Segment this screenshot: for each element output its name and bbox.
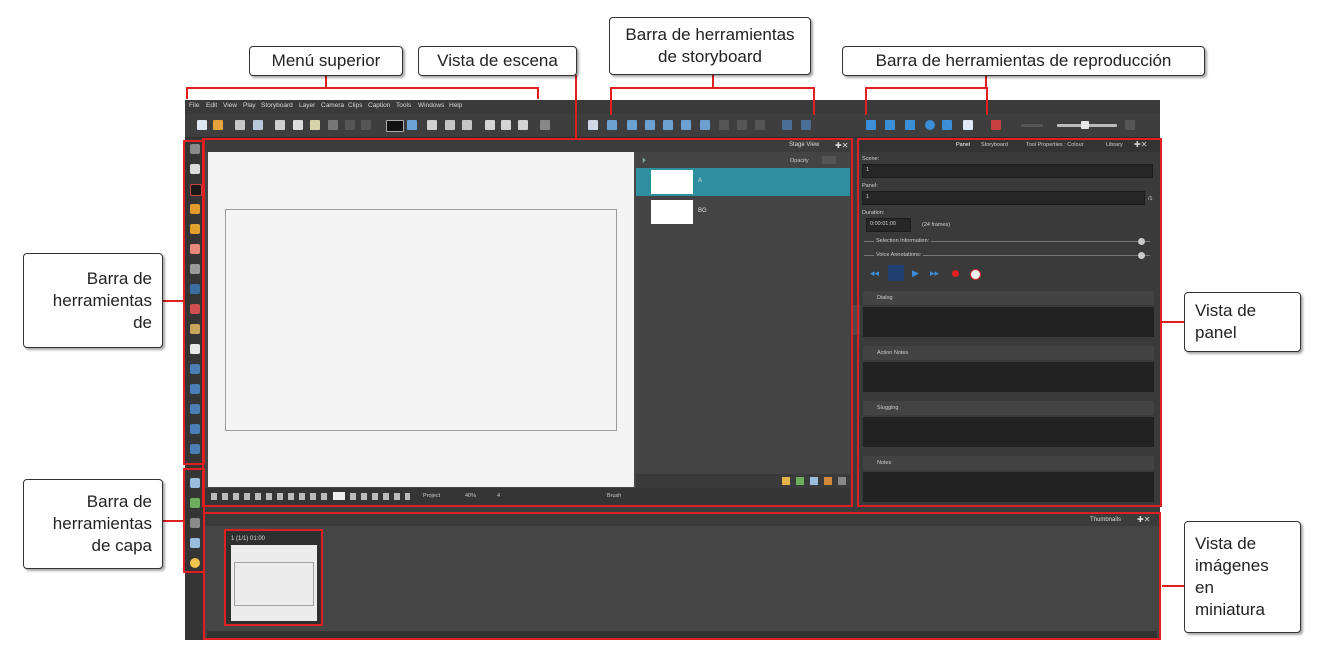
cut-icon[interactable] [275,120,285,130]
menu-edit[interactable]: Edit [206,102,217,109]
new-panel-before-icon[interactable] [645,120,655,130]
delete-panel-icon[interactable] [681,120,691,130]
callout-playback-toolbar: Barra de herramientas de reproducción [842,46,1205,76]
play-small-icon[interactable] [1125,120,1135,130]
scene-connector [575,75,577,138]
line-style-icon[interactable] [386,120,404,132]
last-frame-icon[interactable] [801,120,811,130]
3d-icon[interactable] [588,120,598,130]
callout-top-menu: Menú superior [249,46,403,76]
layer-toolbar-highlight [183,468,205,573]
swap-panel-icon[interactable] [755,120,765,130]
paste-icon[interactable] [310,120,320,130]
menu-tools[interactable]: Tools [396,102,411,109]
timeline-view-icon[interactable] [518,120,528,130]
panel-connector [1162,321,1184,323]
new-panel-after-icon[interactable] [627,120,637,130]
callout-tools-toolbar: Barra de herramientas de [23,253,163,348]
redo-icon[interactable] [361,120,371,130]
menu-layer[interactable]: Layer [299,102,315,109]
step-icon[interactable] [885,120,895,130]
record-icon[interactable] [991,120,1001,130]
delete-icon[interactable] [328,120,338,130]
tools-connector [162,300,183,302]
menu-storyboard[interactable]: Storyboard [261,102,293,109]
playback-bracket [865,87,988,89]
loop-icon[interactable] [925,120,935,130]
duplicate-panel-icon[interactable] [663,120,673,130]
menu-caption[interactable]: Caption [368,102,390,109]
menu-bracket [186,87,188,99]
split-panel-icon[interactable] [719,120,729,130]
onion-skin-icon[interactable] [407,120,417,130]
tools-toolbar-highlight [183,140,205,465]
menu-clips[interactable]: Clips [348,102,362,109]
menu-camera[interactable]: Camera [321,102,344,109]
save-icon[interactable] [235,120,245,130]
menu-windows[interactable]: Windows [418,102,444,109]
panel-view-icon[interactable] [485,120,495,130]
thumbnails-view-icon[interactable] [501,120,511,130]
callout-storyboard-toolbar: Barra de herramientas de storyboard [609,17,811,75]
playback-settings-icon[interactable] [963,120,973,130]
callout-thumbnails-view: Vista de imágenes en miniatura [1184,521,1301,633]
camera-icon[interactable] [540,120,550,130]
playback-connector [985,75,987,88]
menu-play[interactable]: Play [243,102,256,109]
layout-icon[interactable] [445,120,455,130]
callout-scene-view: Vista de escena [418,46,577,76]
save-as-icon[interactable] [253,120,263,130]
menu-help[interactable]: Help [449,102,462,109]
new-panel-icon[interactable] [607,120,617,130]
callout-panel-view: Vista de panel [1184,292,1301,352]
menu-bracket [537,87,539,99]
copy-icon[interactable] [293,120,303,130]
storyboard-bracket [610,87,612,115]
undo-icon[interactable] [345,120,355,130]
thumbs-connector [1162,585,1184,587]
previous-icon[interactable] [866,120,876,130]
thumbnail-highlight [224,529,323,626]
layer-connector [162,520,183,522]
scene-view-highlight [202,138,853,507]
grid-icon[interactable] [427,120,437,130]
first-frame-icon[interactable] [782,120,792,130]
callout-layer-toolbar: Barra de herramientas de capa [23,479,163,569]
menu-connector [325,75,327,88]
menu-file[interactable]: File [189,102,199,109]
playback-bracket [986,87,988,115]
split-icon[interactable] [462,120,472,130]
smart-add-panel-icon[interactable] [700,120,710,130]
menu-bracket [186,87,539,89]
speed-slider[interactable] [1021,124,1043,127]
thumbnails-highlight [203,512,1161,640]
play-icon[interactable] [905,120,915,130]
panel-view-highlight [857,138,1162,507]
new-project-icon[interactable] [197,120,207,130]
sound-icon[interactable] [942,120,952,130]
volume-slider-handle[interactable] [1081,121,1089,129]
storyboard-bracket [813,87,815,115]
main-toolbar [185,114,1160,138]
open-folder-icon[interactable] [213,120,223,130]
top-menu: File Edit View Play Storyboard Layer Cam… [185,100,1160,114]
playback-bracket [865,87,867,115]
menu-view[interactable]: View [223,102,237,109]
join-panel-icon[interactable] [737,120,747,130]
storyboard-connector [712,75,714,88]
